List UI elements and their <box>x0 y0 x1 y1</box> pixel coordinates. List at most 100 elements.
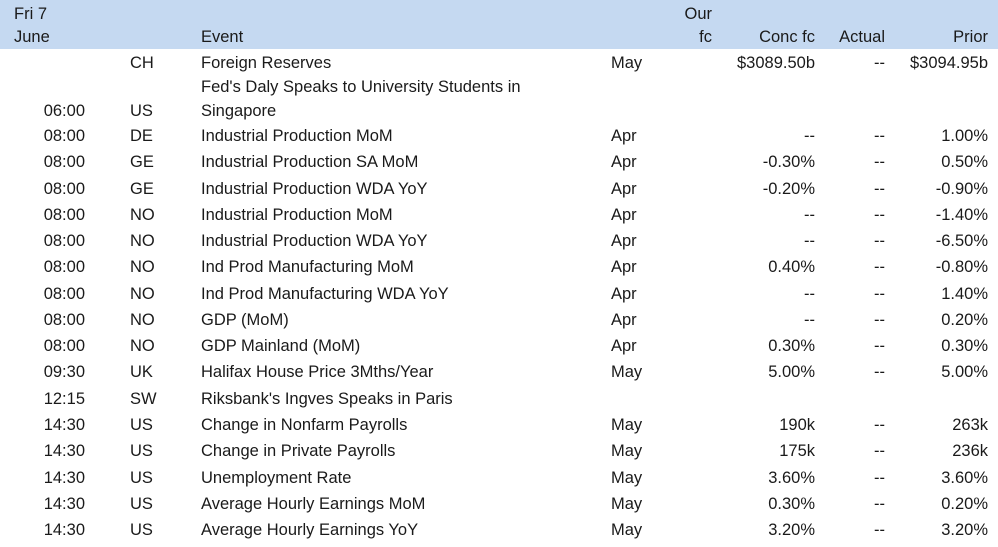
country-cell: US <box>130 495 153 513</box>
period-cell: Apr <box>611 180 637 198</box>
event-cell: Average Hourly Earnings YoY <box>201 521 419 539</box>
time-cell: 14:30 <box>43 416 85 434</box>
country-cell: DE <box>130 127 153 145</box>
actual-header: Actual <box>839 28 885 46</box>
conc-fc-cell: -0.20% <box>762 180 815 198</box>
period-cell: Apr <box>611 232 637 250</box>
actual-cell: -- <box>874 206 885 224</box>
event-cell: Industrial Production WDA YoY <box>201 232 428 250</box>
conc-fc-cell: 3.60% <box>768 469 815 487</box>
prior-cell: $3094.95b <box>910 54 988 72</box>
event-header: Event <box>201 28 244 46</box>
time-cell: 14:30 <box>43 495 85 513</box>
conc-fc-header: Conc fc <box>759 28 815 46</box>
country-cell: US <box>130 102 153 120</box>
time-cell: 14:30 <box>43 521 85 539</box>
time-cell: 08:00 <box>43 258 85 276</box>
period-cell: Apr <box>611 153 637 171</box>
actual-cell: -- <box>874 363 885 381</box>
conc-fc-cell: 190k <box>779 416 815 434</box>
actual-cell: -- <box>874 180 885 198</box>
prior-cell: -1.40% <box>935 206 988 224</box>
country-cell: NO <box>130 285 155 303</box>
country-cell: NO <box>130 232 155 250</box>
time-cell: 14:30 <box>43 469 85 487</box>
period-cell: May <box>611 442 643 460</box>
event-cell: Riksbank's Ingves Speaks in Paris <box>201 390 453 408</box>
time-cell: 09:30 <box>43 363 85 381</box>
conc-fc-cell: -- <box>804 285 815 303</box>
event-cell: GDP (MoM) <box>201 311 289 329</box>
country-cell: UK <box>130 363 153 381</box>
prior-cell: 3.60% <box>941 469 988 487</box>
time-cell: 08:00 <box>43 285 85 303</box>
prior-cell: 0.20% <box>941 311 988 329</box>
period-cell: Apr <box>611 337 637 355</box>
prior-cell: 0.30% <box>941 337 988 355</box>
conc-fc-cell: 175k <box>779 442 815 460</box>
event-cell: GDP Mainland (MoM) <box>201 337 361 355</box>
time-cell: 08:00 <box>43 127 85 145</box>
event-cell: Average Hourly Earnings MoM <box>201 495 426 513</box>
country-cell: GE <box>130 153 154 171</box>
prior-cell: 1.00% <box>941 127 988 145</box>
event-cell: Ind Prod Manufacturing MoM <box>201 258 414 276</box>
conc-fc-cell: -0.30% <box>762 153 815 171</box>
event-cell-continued: Singapore <box>201 102 277 120</box>
period-cell: Apr <box>611 311 637 329</box>
time-cell: 08:00 <box>43 311 85 329</box>
prior-cell: 5.00% <box>941 363 988 381</box>
event-cell: Industrial Production SA MoM <box>201 153 419 171</box>
period-cell: May <box>611 54 643 72</box>
event-cell: Industrial Production WDA YoY <box>201 180 428 198</box>
event-cell: Industrial Production MoM <box>201 127 393 145</box>
conc-fc-cell: 5.00% <box>768 363 815 381</box>
event-cell: Change in Nonfarm Payrolls <box>201 416 408 434</box>
country-cell: US <box>130 469 153 487</box>
actual-cell: -- <box>874 416 885 434</box>
event-cell: Fed's Daly Speaks to University Students… <box>201 78 521 96</box>
prior-cell: -0.90% <box>935 180 988 198</box>
prior-header: Prior <box>953 28 988 46</box>
actual-cell: -- <box>874 442 885 460</box>
country-cell: NO <box>130 258 155 276</box>
prior-cell: 263k <box>952 416 988 434</box>
period-cell: Apr <box>611 206 637 224</box>
time-cell: 12:15 <box>43 390 85 408</box>
period-cell: May <box>611 416 643 434</box>
period-cell: May <box>611 363 643 381</box>
actual-cell: -- <box>874 495 885 513</box>
time-cell: 14:30 <box>43 442 85 460</box>
period-cell: May <box>611 521 643 539</box>
date-header-line2: June <box>14 28 50 46</box>
actual-cell: -- <box>874 469 885 487</box>
conc-fc-cell: $3089.50b <box>737 54 815 72</box>
event-cell: Industrial Production MoM <box>201 206 393 224</box>
conc-fc-cell: 0.30% <box>768 495 815 513</box>
country-cell: US <box>130 442 153 460</box>
country-cell: NO <box>130 337 155 355</box>
prior-cell: -0.80% <box>935 258 988 276</box>
time-cell: 06:00 <box>43 102 85 120</box>
country-cell: NO <box>130 311 155 329</box>
conc-fc-cell: 3.20% <box>768 521 815 539</box>
country-cell: GE <box>130 180 154 198</box>
actual-cell: -- <box>874 258 885 276</box>
period-cell: Apr <box>611 127 637 145</box>
period-cell: Apr <box>611 258 637 276</box>
our-fc-header-line2: fc <box>699 28 712 46</box>
time-cell: 08:00 <box>43 206 85 224</box>
time-cell: 08:00 <box>43 153 85 171</box>
prior-cell: -6.50% <box>935 232 988 250</box>
time-cell: 08:00 <box>43 180 85 198</box>
table-header: Fri 7 June Event Our fc Conc fc Actual P… <box>0 0 998 49</box>
conc-fc-cell: -- <box>804 232 815 250</box>
event-cell: Unemployment Rate <box>201 469 352 487</box>
time-cell: 08:00 <box>43 337 85 355</box>
period-cell: Apr <box>611 285 637 303</box>
prior-cell: 0.20% <box>941 495 988 513</box>
period-cell: May <box>611 495 643 513</box>
conc-fc-cell: 0.40% <box>768 258 815 276</box>
country-cell: US <box>130 416 153 434</box>
actual-cell: -- <box>874 521 885 539</box>
